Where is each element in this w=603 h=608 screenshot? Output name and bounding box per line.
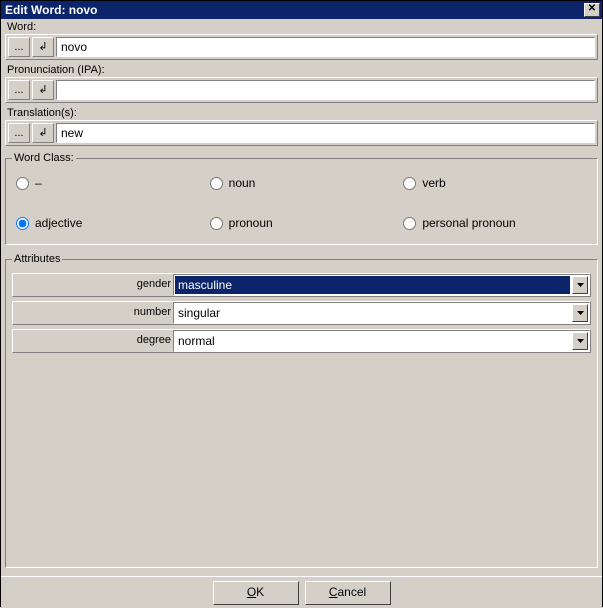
radio-personal-pronoun-input[interactable]: [403, 217, 416, 230]
pronunciation-enter-button[interactable]: ↲: [32, 80, 54, 100]
attr-row-number: number singular: [12, 301, 591, 325]
gender-value: masculine: [175, 276, 570, 294]
window-title: Edit Word: novo: [5, 3, 97, 17]
radio-noun[interactable]: noun: [210, 176, 394, 190]
radio-pronoun-label: pronoun: [229, 216, 273, 230]
number-combo[interactable]: singular: [173, 302, 590, 324]
word-label: Word:: [5, 21, 598, 33]
wordclass-fieldset: Word Class: – noun verb adjective pronou…: [5, 152, 598, 245]
enter-icon: ↲: [38, 39, 47, 55]
radio-verb-label: verb: [422, 176, 445, 190]
enter-icon: ↲: [38, 82, 47, 98]
radio-adjective-input[interactable]: [16, 217, 29, 230]
chevron-down-icon: [577, 283, 584, 287]
close-icon: ✕: [588, 3, 596, 14]
gender-label: gender: [13, 274, 173, 296]
pronunciation-ellipsis-button[interactable]: ...: [8, 80, 30, 100]
chevron-down-icon: [577, 339, 584, 343]
close-button[interactable]: ✕: [584, 3, 600, 17]
degree-value: normal: [174, 331, 571, 351]
degree-combo[interactable]: normal: [173, 330, 590, 352]
attributes-legend: Attributes: [12, 253, 62, 265]
radio-noun-input[interactable]: [210, 177, 223, 190]
ok-button[interactable]: OK: [213, 581, 299, 605]
translation-block: Translation(s): ... ↲: [5, 107, 598, 146]
radio-personal-pronoun-label: personal pronoun: [422, 216, 515, 230]
ellipsis-icon: ...: [14, 125, 23, 141]
translation-enter-button[interactable]: ↲: [32, 123, 54, 143]
ellipsis-icon: ...: [14, 82, 23, 98]
pronunciation-input[interactable]: [56, 80, 595, 100]
radio-none-label: –: [35, 176, 42, 190]
wordclass-legend: Word Class:: [12, 152, 76, 164]
word-ellipsis-button[interactable]: ...: [8, 37, 30, 57]
attr-row-gender: gender masculine: [12, 273, 591, 297]
radio-verb[interactable]: verb: [403, 176, 587, 190]
number-label: number: [13, 302, 173, 324]
word-enter-button[interactable]: ↲: [32, 37, 54, 57]
gender-dropdown-button[interactable]: [572, 276, 588, 294]
ok-rest: K: [256, 585, 264, 599]
radio-none[interactable]: –: [16, 176, 200, 190]
attributes-fieldset: Attributes gender masculine number singu…: [5, 253, 598, 568]
cancel-button[interactable]: Cancel: [305, 581, 391, 605]
word-input[interactable]: [56, 37, 595, 57]
enter-icon: ↲: [38, 125, 47, 141]
radio-personal-pronoun[interactable]: personal pronoun: [403, 216, 587, 230]
radio-pronoun[interactable]: pronoun: [210, 216, 394, 230]
attr-row-degree: degree normal: [12, 329, 591, 353]
radio-adjective[interactable]: adjective: [16, 216, 200, 230]
dialog-content: Word: ... ↲ Pronunciation (IPA): ... ↲ T…: [1, 19, 602, 576]
gender-combo[interactable]: masculine: [173, 274, 590, 296]
radio-noun-label: noun: [229, 176, 256, 190]
radio-adjective-label: adjective: [35, 216, 82, 230]
button-bar: OK Cancel: [1, 576, 602, 608]
radio-pronoun-input[interactable]: [210, 217, 223, 230]
radio-none-input[interactable]: [16, 177, 29, 190]
wordclass-options: – noun verb adjective pronoun personal p…: [12, 172, 591, 238]
cancel-rest: ancel: [337, 585, 366, 599]
degree-dropdown-button[interactable]: [572, 332, 588, 350]
pronunciation-label: Pronunciation (IPA):: [5, 64, 598, 76]
titlebar: Edit Word: novo ✕: [1, 1, 602, 19]
ellipsis-icon: ...: [14, 39, 23, 55]
pronunciation-block: Pronunciation (IPA): ... ↲: [5, 64, 598, 103]
radio-verb-input[interactable]: [403, 177, 416, 190]
chevron-down-icon: [577, 311, 584, 315]
translation-label: Translation(s):: [5, 107, 598, 119]
translation-input[interactable]: [56, 123, 595, 143]
number-value: singular: [174, 303, 571, 323]
translation-ellipsis-button[interactable]: ...: [8, 123, 30, 143]
degree-label: degree: [13, 330, 173, 352]
word-block: Word: ... ↲: [5, 21, 598, 60]
ok-mnemonic: O: [247, 585, 256, 599]
number-dropdown-button[interactable]: [572, 304, 588, 322]
